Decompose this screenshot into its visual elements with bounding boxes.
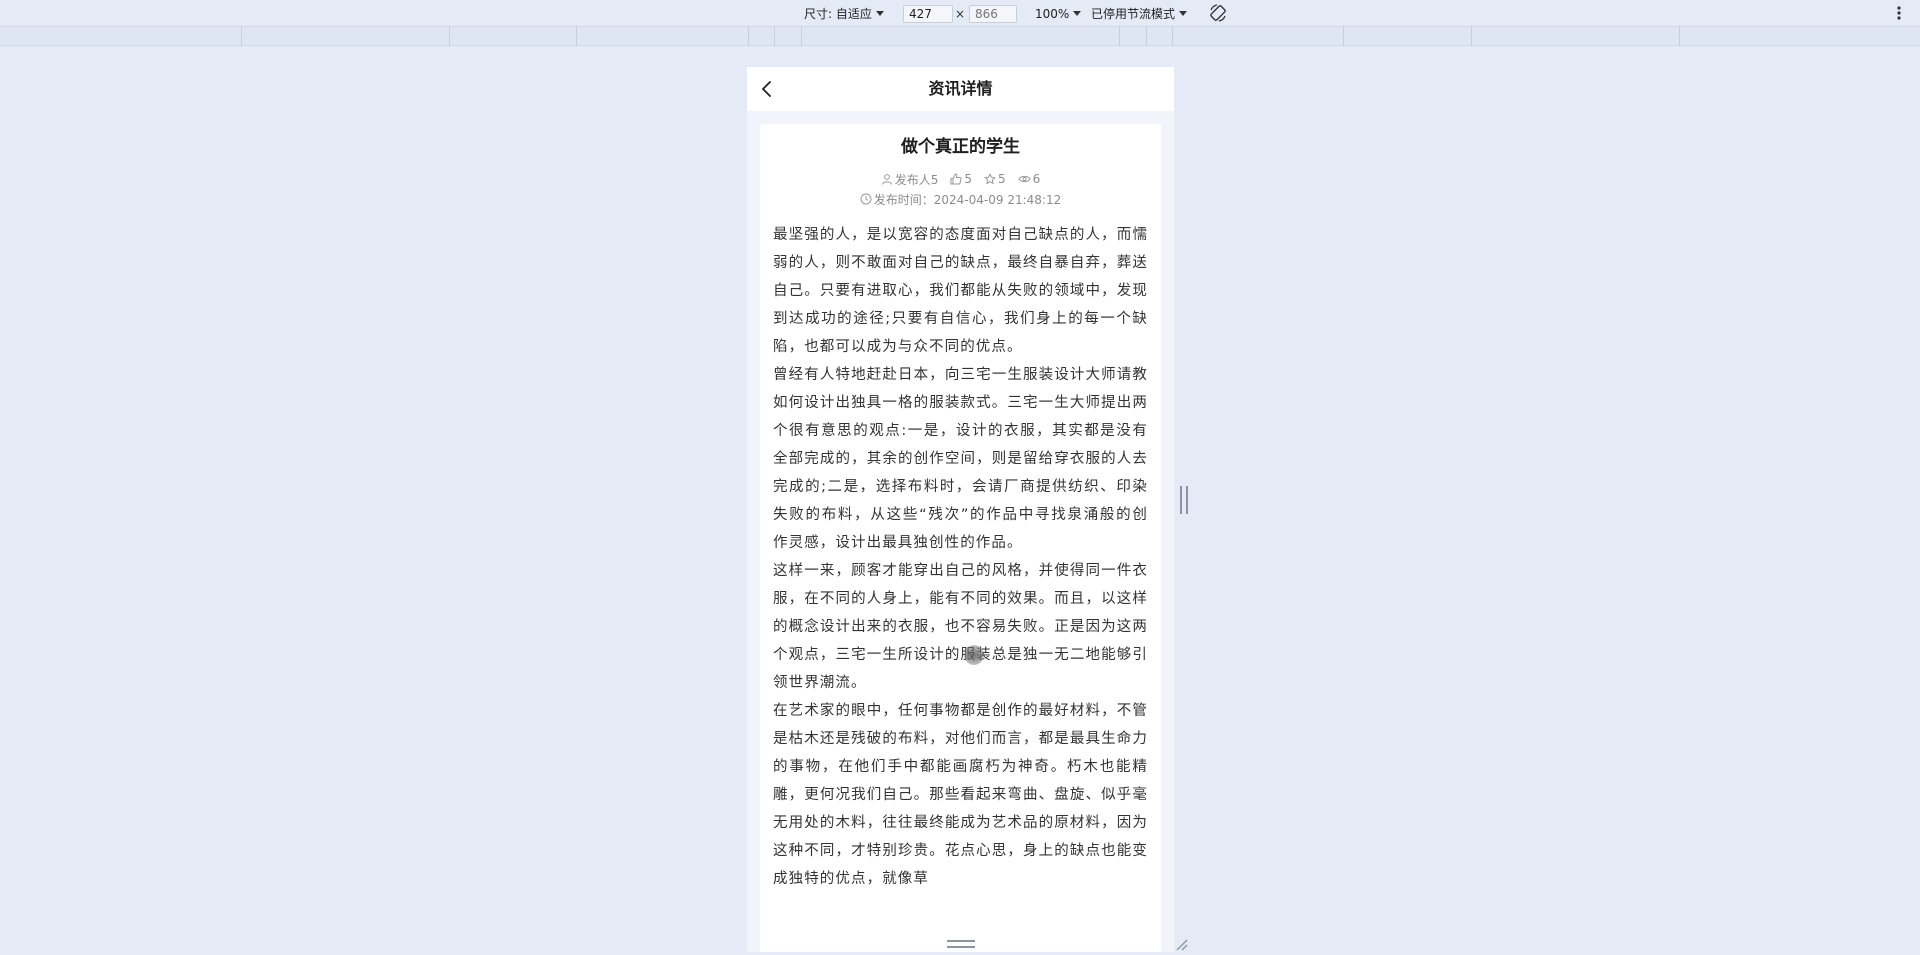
rotate-icon[interactable] — [1208, 3, 1228, 23]
chevron-down-icon — [1179, 11, 1188, 16]
ruler-tick — [449, 27, 450, 46]
publisher-meta: 发布人5 — [881, 171, 939, 188]
ruler-tick — [801, 27, 802, 46]
article-meta: 发布人5 5 5 6 — [760, 169, 1161, 189]
throttle-dropdown[interactable]: 已停用节流模式 — [1091, 0, 1188, 27]
resize-handle-corner[interactable] — [1174, 936, 1188, 951]
ruler-tick — [1119, 27, 1120, 46]
ruler-tick — [1146, 27, 1147, 46]
chevron-down-icon — [1073, 11, 1082, 16]
resize-handle-bottom[interactable] — [947, 940, 975, 948]
ruler-tick — [576, 27, 577, 46]
article-title: 做个真正的学生 — [901, 137, 1020, 157]
chevron-down-icon — [875, 11, 884, 16]
dimensions-label: 尺寸: 自适应 — [804, 7, 872, 21]
back-button[interactable] — [753, 75, 781, 103]
view-meta: 6 — [1018, 172, 1041, 186]
article-paragraph: 曾经有人特地赶赴日本，向三宅一生服装设计大师请教如何设计出独具一格的服装款式。三… — [773, 367, 1148, 551]
page-title: 资讯详情 — [928, 79, 993, 98]
nav-bar: 资讯详情 — [747, 67, 1174, 111]
ruler-tick — [748, 27, 749, 46]
star-icon — [984, 173, 996, 185]
view-count: 6 — [1032, 172, 1041, 186]
width-input[interactable] — [903, 5, 953, 23]
clock-icon — [860, 193, 872, 205]
user-icon — [881, 174, 892, 185]
media-query-ruler[interactable] — [0, 27, 1920, 46]
ruler-tick — [1679, 27, 1680, 46]
ruler-tick — [774, 27, 775, 46]
like-meta[interactable]: 5 — [950, 172, 972, 186]
favorite-meta[interactable]: 5 — [984, 172, 1006, 186]
article-paragraph: 在艺术家的眼中，任何事物都是创作的最好材料，不管是枯木还是残破的布料，对他们而言… — [773, 703, 1148, 887]
zoom-label: 100% — [1035, 6, 1070, 21]
article-paragraph: 这样一来，顾客才能穿出自己的风格，并使得同一件衣服，在不同的人身上，能有不同的效… — [773, 563, 1148, 691]
ruler-tick — [241, 27, 242, 46]
device-toolbar: 尺寸: 自适应 × 100% 已停用节流模式 — [0, 0, 1920, 27]
height-input[interactable] — [969, 5, 1017, 23]
publisher-name: 发布人5 — [894, 172, 939, 187]
like-count: 5 — [964, 172, 972, 186]
ruler-tick — [1343, 27, 1344, 46]
thumbs-up-icon — [950, 173, 962, 185]
article-content: 最坚强的人，是以宽容的态度面对自己缺点的人，而懦弱的人，则不敢面对自己的缺点，最… — [760, 209, 1161, 893]
more-options-icon[interactable] — [1892, 3, 1906, 23]
throttle-label: 已停用节流模式 — [1091, 7, 1176, 21]
dimensions-dropdown[interactable]: 尺寸: 自适应 — [804, 0, 884, 27]
resize-handle-right[interactable] — [1180, 486, 1188, 514]
ruler-tick — [1471, 27, 1472, 46]
article-paragraph: 最坚强的人，是以宽容的态度面对自己缺点的人，而懦弱的人，则不敢面对自己的缺点，最… — [773, 227, 1148, 355]
zoom-dropdown[interactable]: 100% — [1035, 0, 1082, 27]
publish-time: 发布时间：2024-04-09 21:48:12 — [760, 189, 1161, 209]
eye-icon — [1018, 175, 1031, 183]
ruler-tick — [1172, 27, 1173, 46]
device-viewport: 资讯详情 做个真正的学生 发布人5 5 5 6 发布时间：2024-04-09 … — [747, 67, 1174, 952]
article-card: 做个真正的学生 发布人5 5 5 6 发布时间：2024-04-09 21:48… — [760, 124, 1161, 952]
chevron-left-icon — [762, 81, 771, 97]
times-sign: × — [955, 6, 966, 21]
publish-time-text: 发布时间：2024-04-09 21:48:12 — [873, 192, 1062, 207]
favorite-count: 5 — [998, 172, 1006, 186]
